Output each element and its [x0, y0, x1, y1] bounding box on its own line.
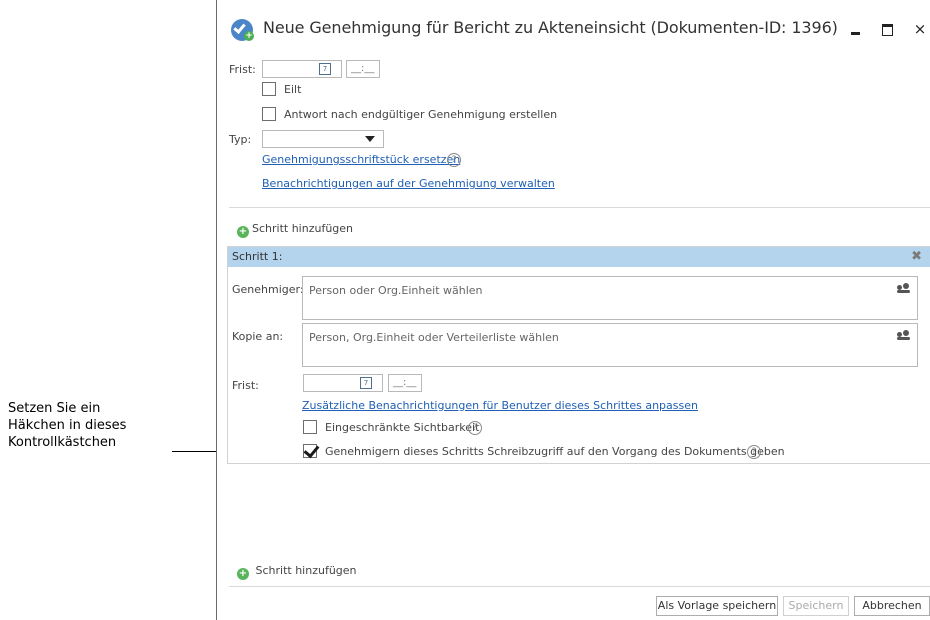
person-picker-icon[interactable]	[897, 330, 911, 340]
copy-input[interactable]: Person, Org.Einheit oder Verteilerliste …	[302, 323, 918, 367]
copy-placeholder: Person, Org.Einheit oder Verteilerliste …	[309, 331, 559, 344]
replace-document-link[interactable]: Genehmigungsschriftstück ersetzen	[262, 153, 460, 166]
minimize-button[interactable]	[845, 18, 867, 40]
approver-input[interactable]: Person oder Org.Einheit wählen	[302, 276, 918, 320]
restricted-visibility-checkbox[interactable]	[303, 420, 317, 434]
step-notifications-link[interactable]: Zusätzliche Benachrichtigungen für Benut…	[302, 399, 698, 412]
restricted-visibility-label: Eingeschränkte Sichtbarkeit	[325, 421, 480, 434]
approval-dialog: + Neue Genehmigung für Bericht zu Aktene…	[216, 0, 930, 620]
instruction-callout: Setzen Sie ein Häkchen in dieses Kontrol…	[8, 400, 178, 451]
step-frist-label: Frist:	[232, 379, 259, 392]
title-bar: + Neue Genehmigung für Bericht zu Aktene…	[217, 0, 930, 58]
divider	[229, 207, 930, 208]
person-picker-icon[interactable]	[897, 283, 911, 293]
maximize-button[interactable]	[877, 18, 899, 40]
add-step-button-top[interactable]: + Schritt hinzufügen	[237, 222, 353, 238]
callout-line-3: Kontrollkästchen	[8, 435, 117, 450]
frist-date-input[interactable]: 7	[262, 60, 342, 78]
add-step-label: Schritt hinzufügen	[252, 222, 354, 235]
eilt-label: Eilt	[284, 83, 302, 96]
manage-notifications-link[interactable]: Benachrichtigungen auf der Genehmigung v…	[262, 177, 555, 190]
antwort-checkbox[interactable]	[262, 107, 276, 121]
step-1-panel: Schritt 1: ✖ Genehmiger: Person oder Org…	[227, 246, 930, 464]
add-icon: +	[237, 568, 249, 580]
footer-divider	[229, 586, 930, 587]
write-access-checkbox[interactable]	[303, 444, 317, 458]
write-access-label: Genehmigern dieses Schritts Schreibzugri…	[325, 445, 785, 458]
step-frist-time-input[interactable]: __:__	[388, 374, 422, 392]
step-1-title: Schritt 1:	[232, 250, 283, 263]
approval-app-icon: +	[231, 19, 254, 41]
callout-line-1: Setzen Sie ein	[8, 401, 101, 416]
frist-label: Frist:	[229, 63, 256, 76]
antwort-label: Antwort nach endgültiger Genehmigung ers…	[284, 108, 558, 121]
help-icon[interactable]: ?	[468, 421, 482, 435]
typ-label: Typ:	[229, 133, 252, 146]
callout-line-2: Häkchen in dieses	[8, 418, 127, 433]
remove-step-icon[interactable]: ✖	[911, 249, 922, 264]
calendar-icon[interactable]: 7	[360, 377, 372, 389]
approver-label: Genehmiger:	[232, 283, 304, 296]
step-1-header: Schritt 1: ✖	[228, 247, 930, 267]
approver-placeholder: Person oder Org.Einheit wählen	[309, 284, 483, 297]
help-icon[interactable]: ?	[747, 445, 761, 459]
typ-select[interactable]	[262, 130, 384, 148]
frist-time-input[interactable]: __:__	[346, 60, 380, 78]
step-frist-date-input[interactable]: 7	[303, 374, 383, 392]
chevron-down-icon	[365, 136, 375, 142]
close-button[interactable]: ×	[909, 18, 930, 40]
eilt-checkbox[interactable]	[262, 82, 276, 96]
add-step-button-bottom[interactable]: + Schritt hinzufügen	[237, 564, 357, 580]
add-step-label: Schritt hinzufügen	[255, 564, 357, 577]
copy-label: Kopie an:	[232, 330, 284, 343]
window-title: Neue Genehmigung für Bericht zu Aktenein…	[263, 18, 838, 37]
save-as-template-button[interactable]: Als Vorlage speichern	[656, 596, 778, 616]
save-button[interactable]: Speichern	[783, 596, 849, 616]
cancel-button[interactable]: Abbrechen	[854, 596, 930, 616]
calendar-icon[interactable]: 7	[319, 63, 331, 75]
add-icon: +	[237, 226, 249, 238]
help-icon[interactable]: ?	[447, 153, 461, 167]
